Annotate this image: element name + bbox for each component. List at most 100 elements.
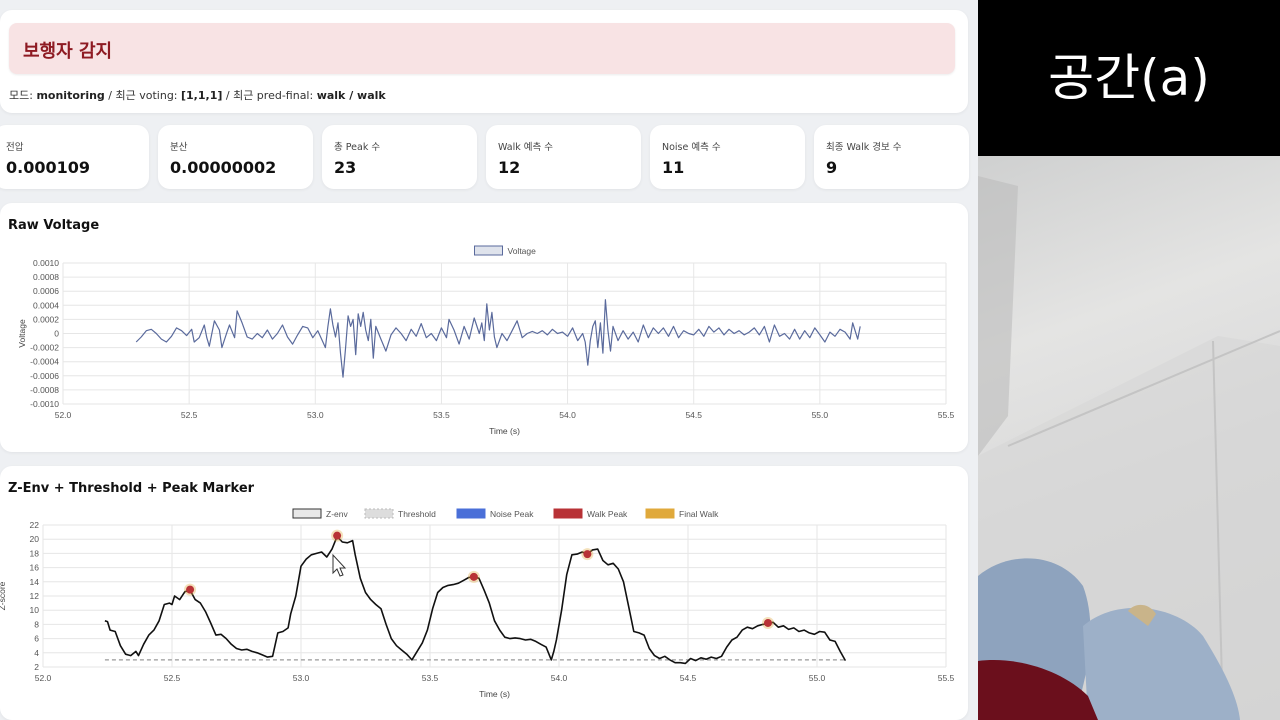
title-banner: 보행자 감지 <box>9 23 955 74</box>
pred-label: / 최근 pred-final: <box>222 89 317 102</box>
legend-label: Final Walk <box>679 509 719 519</box>
mouse-cursor-icon <box>332 553 347 577</box>
y-tick-label: 14 <box>30 577 40 587</box>
page-title: 보행자 감지 <box>23 41 113 62</box>
legend-swatch <box>553 508 583 519</box>
legend-swatch <box>456 508 486 519</box>
x-tick-label: 54.5 <box>680 673 697 683</box>
wall-shadow <box>978 176 1018 456</box>
mode-label: 모드: <box>9 89 37 102</box>
stat-label: Noise 예측 수 <box>662 142 721 153</box>
mode-value: monitoring <box>36 89 105 102</box>
legend-swatch <box>645 508 675 519</box>
legend-label: Threshold <box>398 509 436 519</box>
y-tick-label: 0 <box>54 329 59 339</box>
x-tick-label: 54.0 <box>551 673 568 683</box>
legend-swatch <box>364 508 394 519</box>
y-tick-label: 18 <box>30 548 40 558</box>
stat-value: 23 <box>334 158 357 177</box>
camera-view <box>978 156 1280 720</box>
stat-card-final-walk-alerts: 최종 Walk 경보 수 9 <box>814 125 969 189</box>
series-line-voltage <box>135 299 861 378</box>
y-tick-label: 0.0008 <box>33 272 59 282</box>
y-tick-label: -0.0008 <box>30 385 59 395</box>
legend-swatch <box>292 508 322 519</box>
walk-peak-marker <box>583 550 592 559</box>
pred-value: walk / walk <box>316 89 386 102</box>
y-tick-label: 12 <box>30 591 40 601</box>
y-tick-label: 2 <box>34 662 39 672</box>
legend-swatch <box>474 245 503 256</box>
y-tick-label: 10 <box>30 605 40 615</box>
x-tick-label: 53.5 <box>433 410 450 420</box>
legend-label: Noise Peak <box>490 509 534 519</box>
stat-value: 0.000109 <box>6 158 91 177</box>
header-card: 보행자 감지 모드: monitoring / 최근 voting: [1,1,… <box>0 10 968 113</box>
stat-value: 12 <box>498 158 521 177</box>
y-tick-label: -0.0010 <box>30 399 59 409</box>
legend-label: Voltage <box>508 246 537 256</box>
x-tick-label: 52.0 <box>55 410 72 420</box>
stat-label: 분산 <box>170 142 188 153</box>
walk-peak-marker <box>333 531 342 540</box>
camera-scene <box>978 176 1280 720</box>
stat-card-variance: 분산 0.00000002 <box>158 125 313 189</box>
stat-value: 9 <box>826 158 838 177</box>
stat-card-voltage: 전압 0.000109 <box>0 125 149 189</box>
y-tick-label: 20 <box>30 534 40 544</box>
stat-card-total-peaks: 총 Peak 수 23 <box>322 125 477 189</box>
x-tick-label: 52.5 <box>181 410 198 420</box>
stat-label: Walk 예측 수 <box>498 142 554 153</box>
x-tick-label: 55.5 <box>938 673 955 683</box>
y-tick-label: 0.0006 <box>33 286 59 296</box>
x-tick-label: 54.5 <box>685 410 702 420</box>
legend-label: Walk Peak <box>587 509 628 519</box>
raw-voltage-card: Raw Voltage 0.0010 0.0008 0.0006 0.0004 0.00… <box>0 203 968 452</box>
voting-label: / 최근 voting: <box>104 89 181 102</box>
x-tick-label: 53.0 <box>307 410 324 420</box>
y-axis-title: Voltage <box>17 319 27 348</box>
x-tick-label: 53.0 <box>293 673 310 683</box>
x-tick-label: 55.5 <box>938 410 955 420</box>
x-tick-label: 52.5 <box>164 673 181 683</box>
y-tick-label: -0.0006 <box>30 371 59 381</box>
walk-peak-marker <box>763 618 772 627</box>
video-panel: 공간(a) <box>978 0 1280 720</box>
stat-label: 총 Peak 수 <box>334 142 381 153</box>
y-tick-label: 0.0002 <box>33 314 59 324</box>
x-tick-label: 54.0 <box>559 410 576 420</box>
legend-label: Z-env <box>326 509 348 519</box>
stat-label: 전압 <box>6 142 24 153</box>
zenv-card: Z-Env + Threshold + Peak Marker 22 20 18 16… <box>0 466 968 720</box>
x-tick-label: 52.0 <box>35 673 52 683</box>
x-tick-label: 55.0 <box>809 673 826 683</box>
y-tick-label: 4 <box>34 648 39 658</box>
y-tick-label: 0.0004 <box>33 300 59 310</box>
x-tick-label: 55.0 <box>812 410 829 420</box>
y-tick-label: 16 <box>30 563 40 573</box>
x-tick-label: 53.5 <box>422 673 439 683</box>
status-line: 모드: monitoring / 최근 voting: [1,1,1] / 최근… <box>9 87 386 103</box>
series-line-z-env <box>104 535 847 665</box>
stat-card-walk-predictions: Walk 예측 수 12 <box>486 125 641 189</box>
y-tick-label: -0.0002 <box>30 343 59 353</box>
y-tick-label: 0.0010 <box>33 258 59 268</box>
walk-peak-marker <box>469 572 478 581</box>
x-axis-title: Time (s) <box>479 689 510 699</box>
zenv-chart: 22 20 18 16 14 12 10 8 6 4 252.0 52.5 53.0 53.5 54.0 54… <box>0 508 955 699</box>
voting-value: [1,1,1] <box>181 89 223 102</box>
y-tick-label: 22 <box>30 520 40 530</box>
space-label: 공간(a) <box>1048 49 1210 107</box>
y-axis-title: Z-score <box>0 581 7 610</box>
walk-peak-marker <box>186 585 195 594</box>
y-tick-label: 8 <box>34 619 39 629</box>
stat-label: 최종 Walk 경보 수 <box>826 142 902 153</box>
stat-card-noise-predictions: Noise 예측 수 11 <box>650 125 805 189</box>
stat-value: 0.00000002 <box>170 158 277 177</box>
y-tick-label: -0.0004 <box>30 357 59 367</box>
raw-voltage-chart: 0.0010 0.0008 0.0006 0.0004 0.0002 0 -0.0002 -0… <box>17 245 955 436</box>
x-axis-title: Time (s) <box>489 426 520 436</box>
stat-value: 11 <box>662 158 685 177</box>
video-caption-area: 공간(a) <box>978 0 1280 156</box>
y-tick-label: 6 <box>34 634 39 644</box>
